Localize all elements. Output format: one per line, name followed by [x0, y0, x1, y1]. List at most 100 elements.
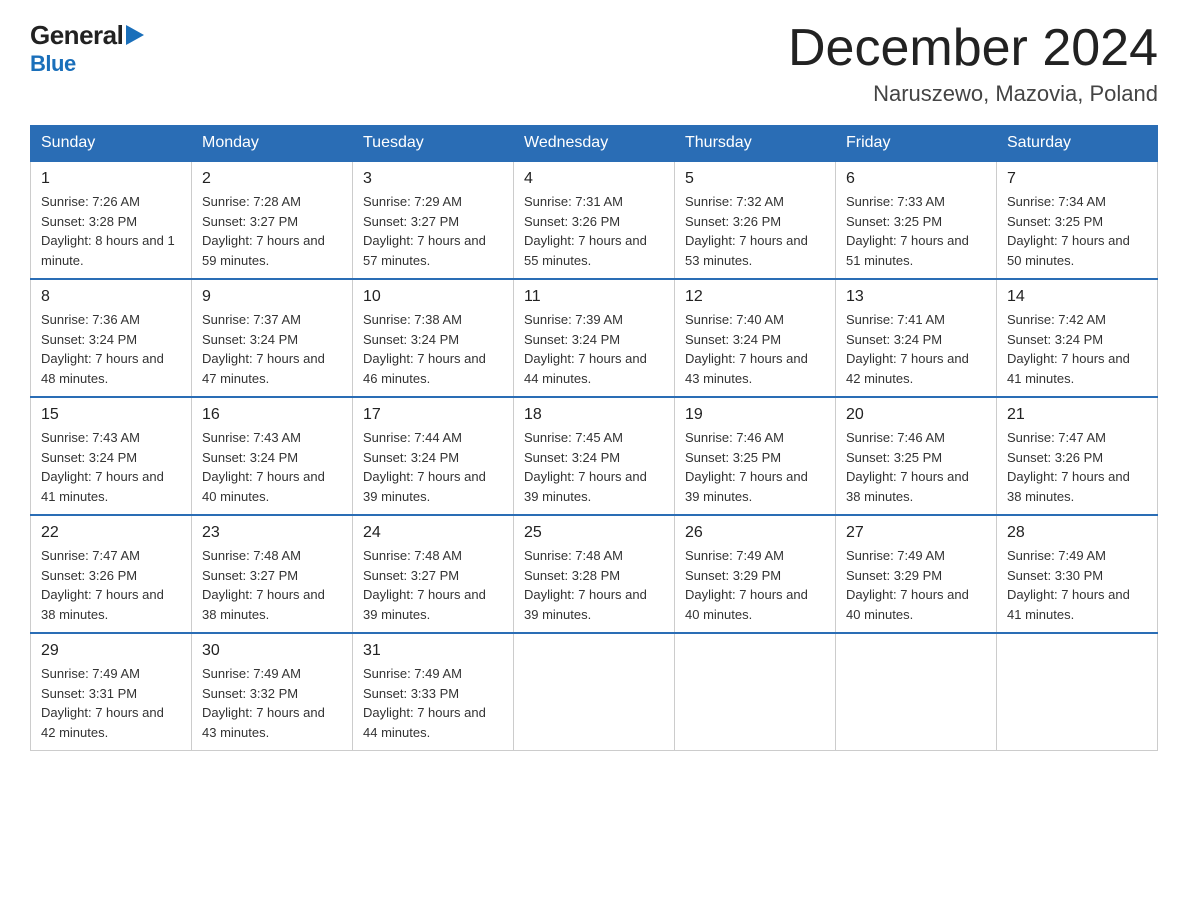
- day-number: 11: [524, 288, 664, 306]
- day-number: 28: [1007, 524, 1147, 542]
- day-info: Sunrise: 7:49 AMSunset: 3:32 PMDaylight:…: [202, 664, 342, 742]
- day-info: Sunrise: 7:46 AMSunset: 3:25 PMDaylight:…: [846, 428, 986, 506]
- calendar-cell: 9 Sunrise: 7:37 AMSunset: 3:24 PMDayligh…: [192, 279, 353, 397]
- calendar-cell: 14 Sunrise: 7:42 AMSunset: 3:24 PMDaylig…: [997, 279, 1158, 397]
- calendar-cell: 20 Sunrise: 7:46 AMSunset: 3:25 PMDaylig…: [836, 397, 997, 515]
- day-info: Sunrise: 7:32 AMSunset: 3:26 PMDaylight:…: [685, 192, 825, 270]
- day-info: Sunrise: 7:36 AMSunset: 3:24 PMDaylight:…: [41, 310, 181, 388]
- day-number: 16: [202, 406, 342, 424]
- day-number: 22: [41, 524, 181, 542]
- logo: General Blue: [30, 20, 145, 77]
- calendar-cell: 19 Sunrise: 7:46 AMSunset: 3:25 PMDaylig…: [675, 397, 836, 515]
- day-info: Sunrise: 7:31 AMSunset: 3:26 PMDaylight:…: [524, 192, 664, 270]
- calendar-cell: [997, 633, 1158, 751]
- column-header-tuesday: Tuesday: [353, 126, 514, 162]
- day-info: Sunrise: 7:43 AMSunset: 3:24 PMDaylight:…: [41, 428, 181, 506]
- logo-triangle-icon: [126, 25, 144, 45]
- day-info: Sunrise: 7:41 AMSunset: 3:24 PMDaylight:…: [846, 310, 986, 388]
- day-number: 17: [363, 406, 503, 424]
- day-number: 5: [685, 170, 825, 188]
- day-number: 2: [202, 170, 342, 188]
- day-number: 6: [846, 170, 986, 188]
- day-info: Sunrise: 7:28 AMSunset: 3:27 PMDaylight:…: [202, 192, 342, 270]
- calendar-cell: 31 Sunrise: 7:49 AMSunset: 3:33 PMDaylig…: [353, 633, 514, 751]
- day-info: Sunrise: 7:49 AMSunset: 3:33 PMDaylight:…: [363, 664, 503, 742]
- day-info: Sunrise: 7:39 AMSunset: 3:24 PMDaylight:…: [524, 310, 664, 388]
- day-info: Sunrise: 7:49 AMSunset: 3:30 PMDaylight:…: [1007, 546, 1147, 624]
- day-number: 8: [41, 288, 181, 306]
- calendar-cell: 16 Sunrise: 7:43 AMSunset: 3:24 PMDaylig…: [192, 397, 353, 515]
- calendar-cell: 22 Sunrise: 7:47 AMSunset: 3:26 PMDaylig…: [31, 515, 192, 633]
- day-info: Sunrise: 7:49 AMSunset: 3:31 PMDaylight:…: [41, 664, 181, 742]
- day-number: 24: [363, 524, 503, 542]
- day-number: 18: [524, 406, 664, 424]
- calendar-week-row: 29 Sunrise: 7:49 AMSunset: 3:31 PMDaylig…: [31, 633, 1158, 751]
- day-info: Sunrise: 7:48 AMSunset: 3:28 PMDaylight:…: [524, 546, 664, 624]
- calendar-cell: 18 Sunrise: 7:45 AMSunset: 3:24 PMDaylig…: [514, 397, 675, 515]
- calendar-cell: 12 Sunrise: 7:40 AMSunset: 3:24 PMDaylig…: [675, 279, 836, 397]
- calendar-cell: 17 Sunrise: 7:44 AMSunset: 3:24 PMDaylig…: [353, 397, 514, 515]
- day-info: Sunrise: 7:48 AMSunset: 3:27 PMDaylight:…: [363, 546, 503, 624]
- day-info: Sunrise: 7:47 AMSunset: 3:26 PMDaylight:…: [41, 546, 181, 624]
- day-info: Sunrise: 7:33 AMSunset: 3:25 PMDaylight:…: [846, 192, 986, 270]
- column-header-monday: Monday: [192, 126, 353, 162]
- calendar-cell: 1 Sunrise: 7:26 AMSunset: 3:28 PMDayligh…: [31, 161, 192, 279]
- column-header-sunday: Sunday: [31, 126, 192, 162]
- month-title: December 2024: [788, 20, 1158, 77]
- calendar-cell: 4 Sunrise: 7:31 AMSunset: 3:26 PMDayligh…: [514, 161, 675, 279]
- column-header-wednesday: Wednesday: [514, 126, 675, 162]
- day-info: Sunrise: 7:45 AMSunset: 3:24 PMDaylight:…: [524, 428, 664, 506]
- column-header-saturday: Saturday: [997, 126, 1158, 162]
- calendar-cell: [836, 633, 997, 751]
- calendar-cell: 28 Sunrise: 7:49 AMSunset: 3:30 PMDaylig…: [997, 515, 1158, 633]
- calendar-cell: [514, 633, 675, 751]
- day-number: 26: [685, 524, 825, 542]
- day-info: Sunrise: 7:26 AMSunset: 3:28 PMDaylight:…: [41, 192, 181, 270]
- day-number: 20: [846, 406, 986, 424]
- day-number: 4: [524, 170, 664, 188]
- calendar-cell: 23 Sunrise: 7:48 AMSunset: 3:27 PMDaylig…: [192, 515, 353, 633]
- calendar-cell: 27 Sunrise: 7:49 AMSunset: 3:29 PMDaylig…: [836, 515, 997, 633]
- calendar-cell: [675, 633, 836, 751]
- calendar-week-row: 22 Sunrise: 7:47 AMSunset: 3:26 PMDaylig…: [31, 515, 1158, 633]
- day-number: 19: [685, 406, 825, 424]
- calendar-week-row: 1 Sunrise: 7:26 AMSunset: 3:28 PMDayligh…: [31, 161, 1158, 279]
- calendar-cell: 26 Sunrise: 7:49 AMSunset: 3:29 PMDaylig…: [675, 515, 836, 633]
- calendar-cell: 5 Sunrise: 7:32 AMSunset: 3:26 PMDayligh…: [675, 161, 836, 279]
- calendar-cell: 11 Sunrise: 7:39 AMSunset: 3:24 PMDaylig…: [514, 279, 675, 397]
- day-number: 29: [41, 642, 181, 660]
- day-number: 25: [524, 524, 664, 542]
- calendar-cell: 3 Sunrise: 7:29 AMSunset: 3:27 PMDayligh…: [353, 161, 514, 279]
- day-info: Sunrise: 7:34 AMSunset: 3:25 PMDaylight:…: [1007, 192, 1147, 270]
- page-header: General Blue December 2024 Naruszewo, Ma…: [30, 20, 1158, 107]
- column-header-thursday: Thursday: [675, 126, 836, 162]
- calendar-cell: 10 Sunrise: 7:38 AMSunset: 3:24 PMDaylig…: [353, 279, 514, 397]
- day-number: 1: [41, 170, 181, 188]
- calendar-cell: 13 Sunrise: 7:41 AMSunset: 3:24 PMDaylig…: [836, 279, 997, 397]
- calendar-cell: 30 Sunrise: 7:49 AMSunset: 3:32 PMDaylig…: [192, 633, 353, 751]
- logo-general-text: General: [30, 20, 145, 51]
- day-info: Sunrise: 7:47 AMSunset: 3:26 PMDaylight:…: [1007, 428, 1147, 506]
- day-number: 10: [363, 288, 503, 306]
- day-number: 3: [363, 170, 503, 188]
- day-number: 15: [41, 406, 181, 424]
- day-number: 14: [1007, 288, 1147, 306]
- day-info: Sunrise: 7:49 AMSunset: 3:29 PMDaylight:…: [685, 546, 825, 624]
- day-info: Sunrise: 7:46 AMSunset: 3:25 PMDaylight:…: [685, 428, 825, 506]
- day-number: 30: [202, 642, 342, 660]
- calendar-cell: 24 Sunrise: 7:48 AMSunset: 3:27 PMDaylig…: [353, 515, 514, 633]
- day-info: Sunrise: 7:37 AMSunset: 3:24 PMDaylight:…: [202, 310, 342, 388]
- day-info: Sunrise: 7:43 AMSunset: 3:24 PMDaylight:…: [202, 428, 342, 506]
- column-header-friday: Friday: [836, 126, 997, 162]
- day-number: 7: [1007, 170, 1147, 188]
- calendar-cell: 2 Sunrise: 7:28 AMSunset: 3:27 PMDayligh…: [192, 161, 353, 279]
- calendar-week-row: 15 Sunrise: 7:43 AMSunset: 3:24 PMDaylig…: [31, 397, 1158, 515]
- day-info: Sunrise: 7:49 AMSunset: 3:29 PMDaylight:…: [846, 546, 986, 624]
- day-info: Sunrise: 7:40 AMSunset: 3:24 PMDaylight:…: [685, 310, 825, 388]
- day-number: 12: [685, 288, 825, 306]
- location-title: Naruszewo, Mazovia, Poland: [788, 81, 1158, 107]
- calendar-header-row: SundayMondayTuesdayWednesdayThursdayFrid…: [31, 126, 1158, 162]
- day-number: 23: [202, 524, 342, 542]
- day-info: Sunrise: 7:29 AMSunset: 3:27 PMDaylight:…: [363, 192, 503, 270]
- day-info: Sunrise: 7:48 AMSunset: 3:27 PMDaylight:…: [202, 546, 342, 624]
